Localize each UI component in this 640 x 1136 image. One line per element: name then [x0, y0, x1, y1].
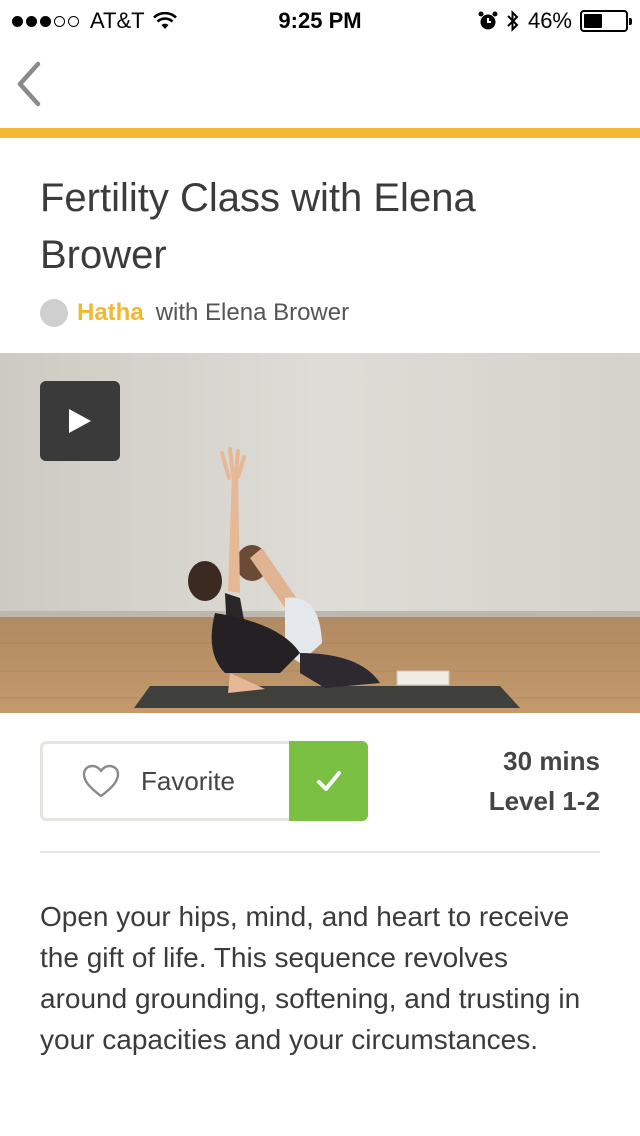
style-link[interactable]: Hatha	[77, 299, 144, 327]
instructor-avatar	[40, 299, 68, 327]
level-label: Level 1-2	[488, 786, 600, 816]
favorite-button[interactable]: Favorite	[40, 741, 289, 821]
chevron-left-icon	[17, 61, 41, 107]
checkmark-icon	[316, 771, 341, 791]
alarm-icon	[478, 11, 498, 30]
heart-outline-icon	[82, 764, 120, 798]
bluetooth-icon	[507, 10, 519, 32]
class-description: Open your hips, mind, and heart to recei…	[40, 901, 581, 1055]
battery-percent: 46%	[527, 8, 572, 33]
back-button[interactable]	[12, 60, 52, 108]
battery-level	[584, 14, 603, 28]
favorite-toggle-group: Favorite	[40, 741, 368, 821]
instructor-label: with Elena Brower	[155, 299, 350, 326]
section-divider	[40, 851, 600, 853]
duration-label: 30 mins	[503, 746, 600, 776]
status-right: 46%	[470, 8, 632, 34]
play-icon	[69, 409, 91, 433]
favorite-label: Favorite	[141, 765, 235, 796]
complete-button[interactable]	[289, 741, 368, 821]
accent-divider	[0, 128, 640, 138]
video-thumbnail[interactable]	[0, 353, 640, 713]
navigation-bar	[0, 40, 640, 128]
battery-icon	[580, 10, 632, 32]
class-stats: 30 mins Level 1-2	[489, 741, 600, 821]
class-title: Fertility Class with Elena Brower	[40, 176, 476, 277]
play-button[interactable]	[40, 381, 120, 461]
class-meta: Hatha with Elena Brower	[40, 296, 349, 330]
status-bar: AT&T 9:25 PM 46%	[0, 0, 640, 40]
